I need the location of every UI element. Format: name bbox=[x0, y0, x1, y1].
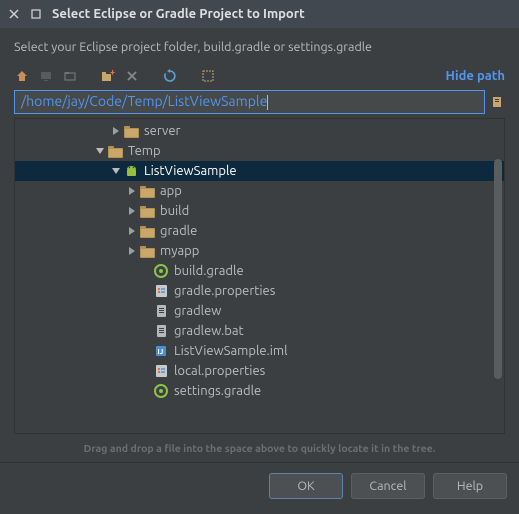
path-input[interactable]: /home/jay/Code/Temp/ListViewSample bbox=[14, 90, 485, 114]
tree-row[interactable]: myapp bbox=[15, 241, 504, 261]
tree-row[interactable]: gradlew bbox=[15, 301, 504, 321]
window-title: Select Eclipse or Gradle Project to Impo… bbox=[52, 7, 305, 21]
file-icon bbox=[153, 303, 169, 319]
tree-node-label: gradlew bbox=[174, 304, 221, 318]
chevron-right-icon[interactable] bbox=[127, 206, 137, 216]
tree-row[interactable]: app bbox=[15, 181, 504, 201]
maximize-icon[interactable] bbox=[30, 8, 42, 20]
delete-icon[interactable] bbox=[124, 68, 140, 84]
tree-row[interactable]: IJ ListViewSample.iml bbox=[15, 341, 504, 361]
folder-icon bbox=[139, 203, 155, 219]
folder-icon bbox=[139, 223, 155, 239]
drag-hint: Drag and drop a file into the space abov… bbox=[14, 434, 505, 462]
tree-node-label: gradle.properties bbox=[174, 284, 275, 298]
folder-icon bbox=[123, 123, 139, 139]
chevron-down-icon[interactable] bbox=[95, 146, 105, 156]
ok-button[interactable]: OK bbox=[269, 473, 343, 499]
tree-row[interactable]: server bbox=[15, 121, 504, 141]
iml-icon: IJ bbox=[153, 343, 169, 359]
tree-node-label: ListViewSample.iml bbox=[174, 344, 288, 358]
tree-row[interactable]: gradle.properties bbox=[15, 281, 504, 301]
show-hidden-icon[interactable] bbox=[200, 68, 216, 84]
svg-text:IJ: IJ bbox=[158, 348, 164, 356]
arrow-none bbox=[141, 286, 151, 296]
close-icon[interactable] bbox=[8, 8, 20, 20]
tree-row[interactable]: gradlew.bat bbox=[15, 321, 504, 341]
properties-icon bbox=[153, 283, 169, 299]
tree-node-label: settings.gradle bbox=[174, 384, 261, 398]
instruction-text: Select your Eclipse project folder, buil… bbox=[14, 40, 505, 54]
folder-icon bbox=[139, 243, 155, 259]
file-icon bbox=[153, 323, 169, 339]
tree-node-label: Temp bbox=[128, 144, 161, 158]
cancel-button[interactable]: Cancel bbox=[351, 473, 425, 499]
arrow-none bbox=[141, 266, 151, 276]
new-folder-icon[interactable]: + bbox=[100, 68, 116, 84]
desktop-icon[interactable] bbox=[38, 68, 54, 84]
chevron-right-icon[interactable] bbox=[111, 126, 121, 136]
tree-row[interactable]: build.gradle bbox=[15, 261, 504, 281]
properties-icon bbox=[153, 363, 169, 379]
help-button[interactable]: Help bbox=[433, 473, 507, 499]
refresh-icon[interactable] bbox=[162, 68, 178, 84]
gradle-icon bbox=[153, 383, 169, 399]
project-icon[interactable] bbox=[62, 68, 78, 84]
folder-icon bbox=[107, 143, 123, 159]
tree-row[interactable]: gradle bbox=[15, 221, 504, 241]
android-icon bbox=[123, 163, 139, 179]
titlebar: Select Eclipse or Gradle Project to Impo… bbox=[0, 0, 519, 28]
hide-path-link[interactable]: Hide path bbox=[446, 69, 505, 83]
svg-text:+: + bbox=[110, 69, 115, 77]
arrow-none bbox=[141, 306, 151, 316]
tree-row[interactable]: build bbox=[15, 201, 504, 221]
chevron-right-icon[interactable] bbox=[127, 246, 137, 256]
chevron-down-icon[interactable] bbox=[111, 166, 121, 176]
tree-node-label: myapp bbox=[160, 244, 199, 258]
chevron-right-icon[interactable] bbox=[127, 186, 137, 196]
chevron-right-icon[interactable] bbox=[127, 226, 137, 236]
tree-row[interactable]: settings.gradle bbox=[15, 381, 504, 401]
toolbar: + Hide path bbox=[14, 68, 505, 84]
tree-node-label: app bbox=[160, 184, 182, 198]
arrow-none bbox=[141, 326, 151, 336]
arrow-none bbox=[141, 386, 151, 396]
history-icon[interactable] bbox=[489, 94, 505, 110]
button-bar: OK Cancel Help bbox=[0, 462, 519, 509]
tree-node-label: build.gradle bbox=[174, 264, 244, 278]
tree-row[interactable]: ListViewSample bbox=[15, 161, 504, 181]
tree-row[interactable]: local.properties bbox=[15, 361, 504, 381]
tree-node-label: gradle bbox=[160, 224, 197, 238]
scrollbar-vertical[interactable] bbox=[494, 159, 502, 379]
tree-node-label: local.properties bbox=[174, 364, 265, 378]
arrow-none bbox=[141, 366, 151, 376]
home-icon[interactable] bbox=[14, 68, 30, 84]
tree-node-label: server bbox=[144, 124, 180, 138]
tree-node-label: gradlew.bat bbox=[174, 324, 244, 338]
folder-icon bbox=[139, 183, 155, 199]
tree-row[interactable]: Temp bbox=[15, 141, 504, 161]
tree-node-label: ListViewSample bbox=[144, 164, 237, 178]
path-text: /home/jay/Code/Temp/ListViewSample bbox=[21, 93, 267, 109]
tree-node-label: build bbox=[160, 204, 189, 218]
arrow-none bbox=[141, 346, 151, 356]
gradle-icon bbox=[153, 263, 169, 279]
file-tree[interactable]: server Temp ListViewSample app build gradle my… bbox=[14, 118, 505, 434]
